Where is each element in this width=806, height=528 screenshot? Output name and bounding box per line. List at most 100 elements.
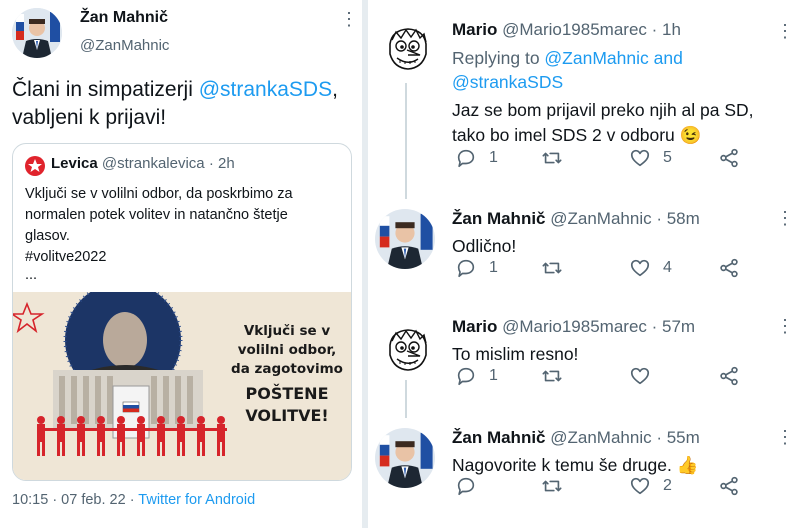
share-action[interactable] (718, 147, 740, 169)
caption-line-emphasis: POŠTENE (245, 384, 329, 403)
like-icon (629, 475, 651, 497)
more-options-icon[interactable]: ⋮ (776, 317, 794, 335)
quote-text: Vključi se v volilni odbor, da poskrbimo… (25, 184, 345, 282)
reply-author-name[interactable]: Mario (452, 20, 497, 39)
quote-header: Levica @strankalevica · 2h (51, 155, 235, 172)
reply-icon (455, 147, 477, 169)
more-options-icon[interactable]: ⋮ (776, 209, 794, 227)
reply-time[interactable]: · 57m (652, 317, 695, 336)
reply-author-handle[interactable]: @ZanMahnic (550, 428, 651, 447)
reply-author-handle[interactable]: @Mario1985marec (502, 317, 647, 336)
author-avatar[interactable] (12, 8, 62, 58)
cartoon-face-icon (382, 24, 432, 74)
reply-action[interactable]: 1 (455, 147, 498, 169)
levica-star-icon (25, 156, 45, 176)
reply-author-name[interactable]: Žan Mahnič (452, 428, 546, 447)
reply-header: Mario @Mario1985marec · 1h (452, 20, 681, 40)
share-action[interactable] (718, 365, 740, 387)
tweet-text-part: , (332, 78, 338, 101)
reply-count: 1 (489, 259, 498, 276)
retweet-action[interactable] (540, 365, 576, 387)
share-action[interactable] (718, 257, 740, 279)
reply-line: Odlično! (452, 236, 517, 256)
quote-line: normalen potek volitev in natančno štetj… (25, 207, 288, 223)
reply-author-name[interactable]: Mario (452, 317, 497, 336)
like-count: 5 (663, 149, 672, 166)
mario-avatar[interactable] (382, 24, 432, 74)
quote-author-handle: @strankalevica (101, 155, 205, 172)
retweet-icon (540, 365, 564, 387)
reply-action[interactable] (455, 475, 489, 497)
like-icon (629, 257, 651, 279)
caption-line: volilni odbor, (237, 342, 337, 358)
image-caption: Vključi se v volilni odbor, da zagotovim… (227, 322, 347, 427)
tweet-datetime[interactable]: 10:15 · 07 feb. 22 · (12, 492, 138, 508)
caption-line: da zagotovimo (231, 361, 343, 377)
like-action[interactable]: 4 (629, 257, 672, 279)
reply-author-handle[interactable]: @ZanMahnic (550, 209, 651, 228)
reply-header: Žan Mahnič @ZanMahnic · 55m (452, 428, 700, 448)
reply-icon (455, 365, 477, 387)
mention-link[interactable]: @strankaSDS (199, 78, 332, 101)
reply-time[interactable]: · 55m (656, 428, 699, 447)
retweet-icon (540, 475, 564, 497)
reply-count: 1 (489, 367, 498, 384)
reply-time[interactable]: · 58m (656, 209, 699, 228)
zan-avatar[interactable] (375, 209, 435, 269)
reply-line: To mislim resno! (452, 344, 579, 364)
retweet-icon (540, 257, 564, 279)
share-icon (718, 257, 740, 279)
like-action[interactable]: 5 (629, 147, 672, 169)
share-action[interactable] (718, 475, 740, 497)
more-options-icon[interactable]: ⋮ (340, 10, 358, 28)
reply-line: tako bo imel SDS 2 v odboru 😉 (452, 125, 702, 145)
zan-avatar[interactable] (375, 428, 435, 488)
mention-link[interactable]: @strankaSDS (452, 72, 563, 92)
author-handle[interactable]: @ZanMahnic (80, 37, 169, 54)
thread-connector (405, 83, 407, 199)
like-action[interactable]: 2 (629, 475, 672, 497)
author-name[interactable]: Žan Mahnič (80, 9, 168, 27)
quote-line: glasov. (25, 228, 70, 244)
like-icon (629, 147, 651, 169)
thread-connector (405, 380, 407, 418)
mention-link[interactable]: @ZanMahnic (544, 48, 648, 68)
tweet-client-link[interactable]: Twitter for Android (138, 492, 255, 508)
reply-author-handle[interactable]: @Mario1985marec (502, 20, 647, 39)
replying-and: and (648, 48, 683, 68)
reply-icon (455, 257, 477, 279)
reply-text: To mislim resno! (452, 342, 578, 367)
like-count: 2 (663, 477, 672, 494)
reply-text: Odlično! (452, 234, 516, 259)
tweet-text-part: Člani in simpatizerji (12, 78, 199, 101)
reply-action[interactable]: 1 (455, 257, 498, 279)
share-icon (718, 365, 740, 387)
tweet-text-line2: vabljeni k prijavi! (12, 106, 167, 129)
share-icon (718, 475, 740, 497)
reply-time[interactable]: · 1h (652, 20, 681, 39)
like-action[interactable] (629, 365, 663, 387)
quote-hashtag[interactable]: #volitve2022 (25, 247, 345, 268)
reply-author-name[interactable]: Žan Mahnič (452, 209, 546, 228)
replying-label: Replying to (452, 48, 545, 68)
caption-line-emphasis: VOLITVE! (245, 406, 329, 425)
quote-image[interactable]: Vključi se v volilni odbor, da zagotovim… (13, 292, 351, 480)
caption-line: Vključi se v (243, 323, 331, 339)
reply-text: Jaz se bom prijavil preko njih al pa SD,… (452, 98, 754, 148)
more-options-icon[interactable]: ⋮ (776, 22, 794, 40)
main-tweet-panel: Žan Mahnič @ZanMahnic ⋮ Člani in simpati… (0, 0, 362, 528)
retweet-action[interactable] (540, 147, 576, 169)
quote-time: · 2h (208, 155, 235, 172)
reply-icon (455, 475, 477, 497)
more-options-icon[interactable]: ⋮ (776, 428, 794, 446)
share-icon (718, 147, 740, 169)
tweet-meta: 10:15 · 07 feb. 22 · Twitter for Android (12, 492, 255, 508)
quote-ellipsis: ... (25, 267, 38, 283)
cartoon-face-icon (382, 325, 432, 375)
mario-avatar[interactable] (382, 325, 432, 375)
reply-action[interactable]: 1 (455, 365, 498, 387)
retweet-action[interactable] (540, 257, 576, 279)
replying-to: Replying to @ZanMahnic and @strankaSDS (452, 46, 683, 94)
retweet-action[interactable] (540, 475, 576, 497)
quoted-tweet[interactable]: Levica @strankalevica · 2h Vključi se v … (12, 143, 352, 481)
